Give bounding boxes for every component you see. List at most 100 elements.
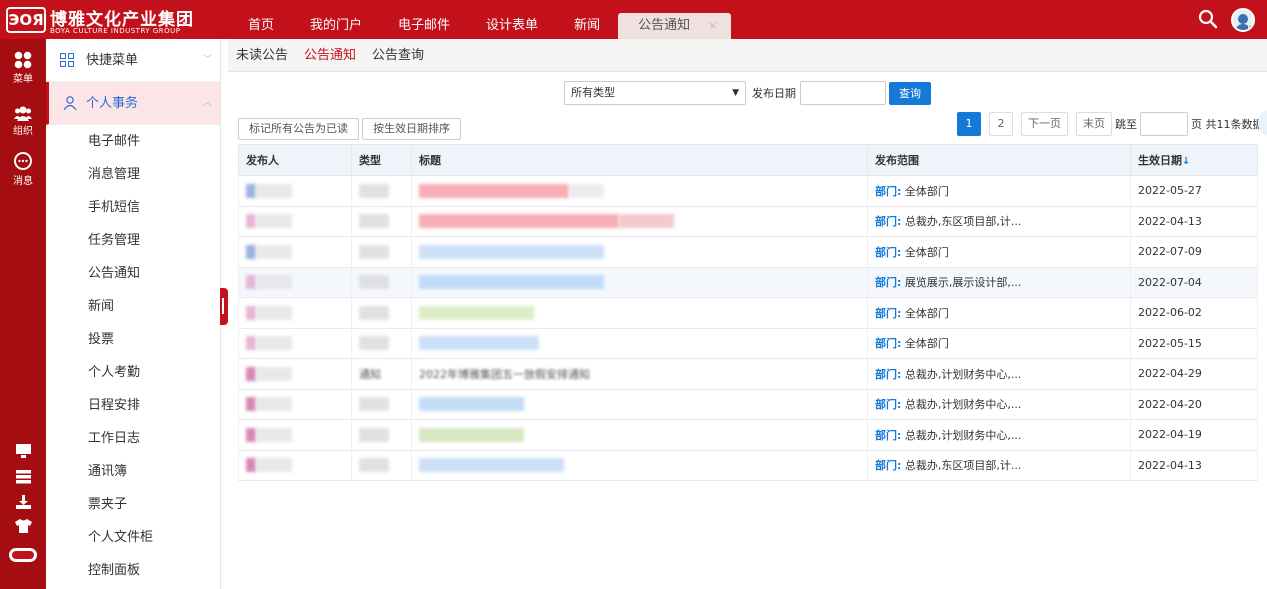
nav-tab-announcements[interactable]: 公告通知 × — [618, 13, 732, 39]
chevron-down-icon: ﹀ — [202, 55, 212, 65]
storage-icon[interactable] — [16, 470, 31, 484]
cell-type-text: 通知 — [359, 367, 381, 381]
type-select[interactable]: 所有类型 ▼ — [564, 81, 746, 105]
table-row[interactable]: 通知 2022年博雅集团五一放假安排通知 部门: 总裁办,计划财务中心,... 202… — [238, 358, 1258, 390]
rail-item-message[interactable]: 消息 — [0, 151, 46, 187]
sort-down-icon[interactable]: ↓ — [1182, 156, 1190, 167]
cell-type — [351, 175, 412, 207]
query-button[interactable]: 查询 — [889, 81, 931, 105]
monitor-icon[interactable] — [16, 444, 31, 458]
rail-item-menu[interactable]: 菜单 — [0, 51, 46, 85]
sidebar-item-news[interactable]: 新闻 — [46, 290, 220, 323]
table-row[interactable]: 部门: 总裁办,东区项目部,计... 2022-04-13 — [238, 206, 1258, 237]
cell-title[interactable] — [411, 328, 868, 359]
sort-by-date-button[interactable]: 按生效日期排序 — [362, 118, 461, 140]
jump-page-input[interactable] — [1140, 112, 1188, 136]
col-header-scope[interactable]: 发布范围 — [867, 144, 1131, 176]
cell-effective-date: 2022-04-20 — [1130, 389, 1258, 420]
close-icon[interactable]: × — [708, 19, 717, 32]
cell-sender — [238, 236, 352, 268]
nav-tab-form-design[interactable]: 设计表单 — [468, 0, 556, 39]
cell-title[interactable] — [411, 236, 868, 268]
sidebar-item-control-panel[interactable]: 控制面板 — [46, 554, 220, 587]
publish-date-input[interactable] — [800, 81, 886, 105]
cell-title[interactable] — [411, 419, 868, 451]
cell-effective-date: 2022-05-27 — [1130, 175, 1258, 207]
cell-type — [351, 328, 412, 359]
page-2-button[interactable]: 2 — [989, 112, 1013, 136]
cell-title[interactable] — [411, 175, 868, 207]
dept-label: 部门: — [875, 184, 902, 198]
cell-sender — [238, 206, 352, 237]
cell-effective-date: 2022-04-29 — [1130, 358, 1258, 390]
table-row[interactable]: 部门: 全体部门 2022-07-09 — [238, 236, 1258, 268]
col-header-sender[interactable]: 发布人 — [238, 144, 352, 176]
dept-label: 部门: — [875, 306, 902, 320]
cell-title[interactable] — [411, 450, 868, 481]
col-header-effective-date[interactable]: 生效日期↓ — [1130, 144, 1258, 176]
nav-tab-home[interactable]: 首页 — [230, 0, 292, 39]
cell-sender — [238, 267, 352, 298]
tab-announcements[interactable]: 公告通知 — [304, 39, 356, 71]
sidebar-item-announcements[interactable]: 公告通知 — [46, 257, 220, 290]
sidebar-item-email[interactable]: 电子邮件 — [46, 125, 220, 158]
sidebar-item-address-book[interactable]: 通讯簿 — [46, 455, 220, 488]
sidebar-group-quick-menu[interactable]: 快捷菜单 ﹀ — [46, 39, 220, 82]
cell-title[interactable] — [411, 389, 868, 420]
table-row[interactable]: 部门: 总裁办,计划财务中心,... 2022-04-19 — [238, 419, 1258, 451]
nav-tab-news[interactable]: 新闻 — [556, 0, 618, 39]
page-1-button[interactable]: 1 — [957, 112, 981, 136]
sidebar-item-schedule[interactable]: 日程安排 — [46, 389, 220, 422]
cell-title[interactable]: 2022年博雅集团五一放假安排通知 — [411, 358, 868, 390]
table-row[interactable]: 部门: 全体部门 2022-06-02 — [238, 297, 1258, 329]
publish-date-label: 发布日期 — [752, 87, 796, 100]
sidebar-group-personal-affairs[interactable]: 个人事务 ︿ — [46, 82, 220, 125]
sidebar-group-quick-menu-label: 快捷菜单 — [86, 53, 139, 68]
scope-value: 总裁办,计划财务中心,... — [904, 428, 1022, 442]
sidebar-item-work-log[interactable]: 工作日志 — [46, 422, 220, 455]
cell-title[interactable] — [411, 267, 868, 298]
toggle-icon[interactable] — [9, 548, 37, 562]
table-row[interactable]: 部门: 总裁办,计划财务中心,... 2022-04-20 — [238, 389, 1258, 420]
sidebar-collapse-handle[interactable] — [220, 288, 228, 325]
announcement-table: 发布人 类型 标题 发布范围 生效日期↓ 部门: 全体部门 2022-05-27 部… — [238, 144, 1258, 481]
table-row[interactable]: 部门: 全体部门 2022-05-27 — [238, 175, 1258, 207]
message-icon — [14, 152, 32, 170]
mark-all-read-button[interactable]: 标记所有公告为已读 — [238, 118, 359, 140]
sidebar-item-file-cabinet[interactable]: 个人文件柜 — [46, 521, 220, 554]
download-icon[interactable] — [16, 495, 31, 509]
sidebar-item-vote[interactable]: 投票 — [46, 323, 220, 356]
rail-item-org[interactable]: 组织 — [0, 105, 46, 137]
grid-icon — [14, 51, 32, 69]
cell-title-text[interactable]: 2022年博雅集团五一放假安排通知 — [419, 368, 590, 381]
cell-title[interactable] — [411, 297, 868, 329]
nav-tab-email[interactable]: 电子邮件 — [380, 0, 468, 39]
tab-announcement-query[interactable]: 公告查询 — [372, 39, 424, 71]
cell-type — [351, 450, 412, 481]
tab-unread-announcements[interactable]: 未读公告 — [236, 39, 288, 71]
next-page-button[interactable]: 下一页 — [1021, 112, 1068, 136]
sub-tabs: 未读公告 公告通知 公告查询 — [228, 39, 1267, 72]
table-row[interactable]: 部门: 全体部门 2022-05-15 — [238, 328, 1258, 359]
sidebar-item-ticket-folder[interactable]: 票夹子 — [46, 488, 220, 521]
cell-effective-date: 2022-07-04 — [1130, 267, 1258, 298]
sidebar-item-task-management[interactable]: 任务管理 — [46, 224, 220, 257]
col-header-type[interactable]: 类型 — [351, 144, 412, 176]
cell-title[interactable] — [411, 206, 868, 237]
table-row[interactable]: 部门: 展览展示,展示设计部,... 2022-07-04 — [238, 267, 1258, 298]
search-icon[interactable] — [1198, 9, 1218, 29]
table-row[interactable]: 部门: 总裁办,东区项目部,计... 2022-04-13 — [238, 450, 1258, 481]
sidebar-item-message-management[interactable]: 消息管理 — [46, 158, 220, 191]
nav-tab-portal[interactable]: 我的门户 — [292, 0, 380, 39]
sidebar-item-sms[interactable]: 手机短信 — [46, 191, 220, 224]
col-header-title[interactable]: 标题 — [411, 144, 868, 176]
shirt-icon[interactable] — [15, 519, 32, 533]
user-avatar[interactable] — [1231, 8, 1255, 32]
cell-type — [351, 297, 412, 329]
cell-scope: 部门: 全体部门 — [867, 297, 1131, 329]
last-page-button[interactable]: 末页 — [1076, 112, 1112, 136]
scope-value: 全体部门 — [904, 245, 949, 259]
sidebar-item-attendance[interactable]: 个人考勤 — [46, 356, 220, 389]
cell-effective-date: 2022-04-13 — [1130, 206, 1258, 237]
scope-value: 总裁办,计划财务中心,... — [904, 367, 1022, 381]
